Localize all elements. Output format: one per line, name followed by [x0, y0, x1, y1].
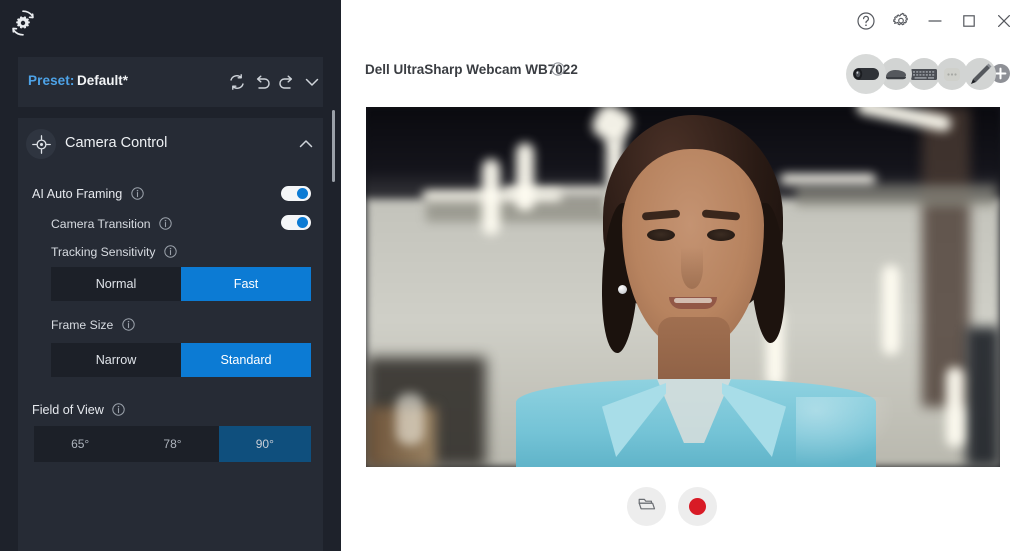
settings-sidebar: Preset: Default*: [0, 0, 341, 551]
info-circle-icon[interactable]: [122, 318, 135, 331]
tracking-sensitivity-label: Tracking Sensitivity: [51, 245, 177, 259]
camera-preview[interactable]: [366, 107, 1000, 467]
preview-toolbar: [627, 487, 727, 527]
toggle-knob: [297, 217, 308, 228]
sidebar-scrollbar[interactable]: [331, 0, 336, 551]
page-title: Dell UltraSharp Webcam WB7022: [365, 62, 578, 77]
main-content: Dell UltraSharp Webcam WB7022: [341, 0, 1024, 551]
subject-teeth: [674, 298, 712, 303]
camera-transition-label: Camera Transition: [51, 217, 172, 231]
camera-control-title: Camera Control: [65, 135, 167, 151]
camera-control-header[interactable]: Camera Control: [18, 118, 323, 170]
device-webcam[interactable]: [846, 54, 886, 94]
device-selector-strip: [840, 54, 1010, 94]
frame-size-option-narrow[interactable]: Narrow: [51, 343, 181, 377]
gear-icon[interactable]: [890, 10, 912, 32]
subject-earring: [618, 285, 627, 294]
device-speakerphone[interactable]: [936, 58, 968, 90]
info-circle-icon[interactable]: [131, 187, 144, 200]
subject-eye-left: [647, 229, 675, 241]
sidebar-scrollbar-thumb[interactable]: [332, 110, 335, 182]
ai-auto-framing-toggle[interactable]: [281, 186, 311, 201]
frame-size-option-standard[interactable]: Standard: [181, 343, 311, 377]
redo-icon[interactable]: [276, 71, 298, 93]
device-keyboard[interactable]: [908, 58, 940, 90]
info-circle-icon[interactable]: [112, 403, 125, 416]
toggle-knob: [297, 188, 308, 199]
subject-nose: [681, 247, 703, 289]
open-folder-button[interactable]: [627, 487, 666, 526]
help-circle-icon[interactable]: [855, 10, 877, 32]
dell-peripheral-manager-gear-icon: [8, 8, 38, 38]
camera-control-section: Camera Control AI Auto Framing: [18, 118, 323, 551]
maximize-icon[interactable]: [958, 10, 980, 32]
app-logo-area: [0, 0, 341, 46]
frame-size-label: Frame Size: [51, 318, 135, 332]
field-of-view-option-65[interactable]: 65°: [34, 426, 126, 462]
field-of-view-label: Field of View: [32, 403, 125, 417]
camera-transition-toggle[interactable]: [281, 215, 311, 230]
preset-value: Default*: [77, 73, 128, 88]
info-circle-icon[interactable]: [159, 217, 172, 230]
field-of-view-segmented: 65° 78° 90°: [34, 426, 311, 462]
chevron-up-icon[interactable]: [297, 135, 315, 153]
tracking-sensitivity-option-normal[interactable]: Normal: [51, 267, 181, 301]
tracking-sensitivity-segmented: Normal Fast: [51, 267, 311, 301]
camera-target-crosshair-icon: [26, 129, 56, 159]
info-circle-icon[interactable]: [164, 245, 177, 258]
info-circle-icon[interactable]: [551, 62, 565, 76]
preset-label: Preset:: [28, 73, 74, 88]
record-button[interactable]: [678, 487, 717, 526]
chevron-down-icon[interactable]: [301, 71, 323, 93]
frame-size-segmented: Narrow Standard: [51, 343, 311, 377]
dell-peripheral-manager-window: Preset: Default*: [0, 0, 1024, 551]
window-titlebar: [341, 0, 1024, 42]
minimize-icon[interactable]: [924, 10, 946, 32]
folder-open-icon: [637, 494, 657, 519]
record-dot-icon: [689, 498, 706, 515]
undo-icon[interactable]: [251, 71, 273, 93]
field-of-view-option-90[interactable]: 90°: [219, 426, 311, 462]
device-stylus[interactable]: [964, 58, 996, 90]
ai-auto-framing-label: AI Auto Framing: [32, 187, 144, 201]
tracking-sensitivity-option-fast[interactable]: Fast: [181, 267, 311, 301]
preview-subject: [366, 107, 1000, 467]
close-icon[interactable]: [993, 10, 1015, 32]
subject-eye-right: [707, 229, 735, 241]
sync-reset-icon[interactable]: [226, 71, 248, 93]
subject-shoulder-highlight: [796, 397, 896, 467]
field-of-view-option-78[interactable]: 78°: [126, 426, 218, 462]
preset-bar: Preset: Default*: [18, 57, 323, 107]
